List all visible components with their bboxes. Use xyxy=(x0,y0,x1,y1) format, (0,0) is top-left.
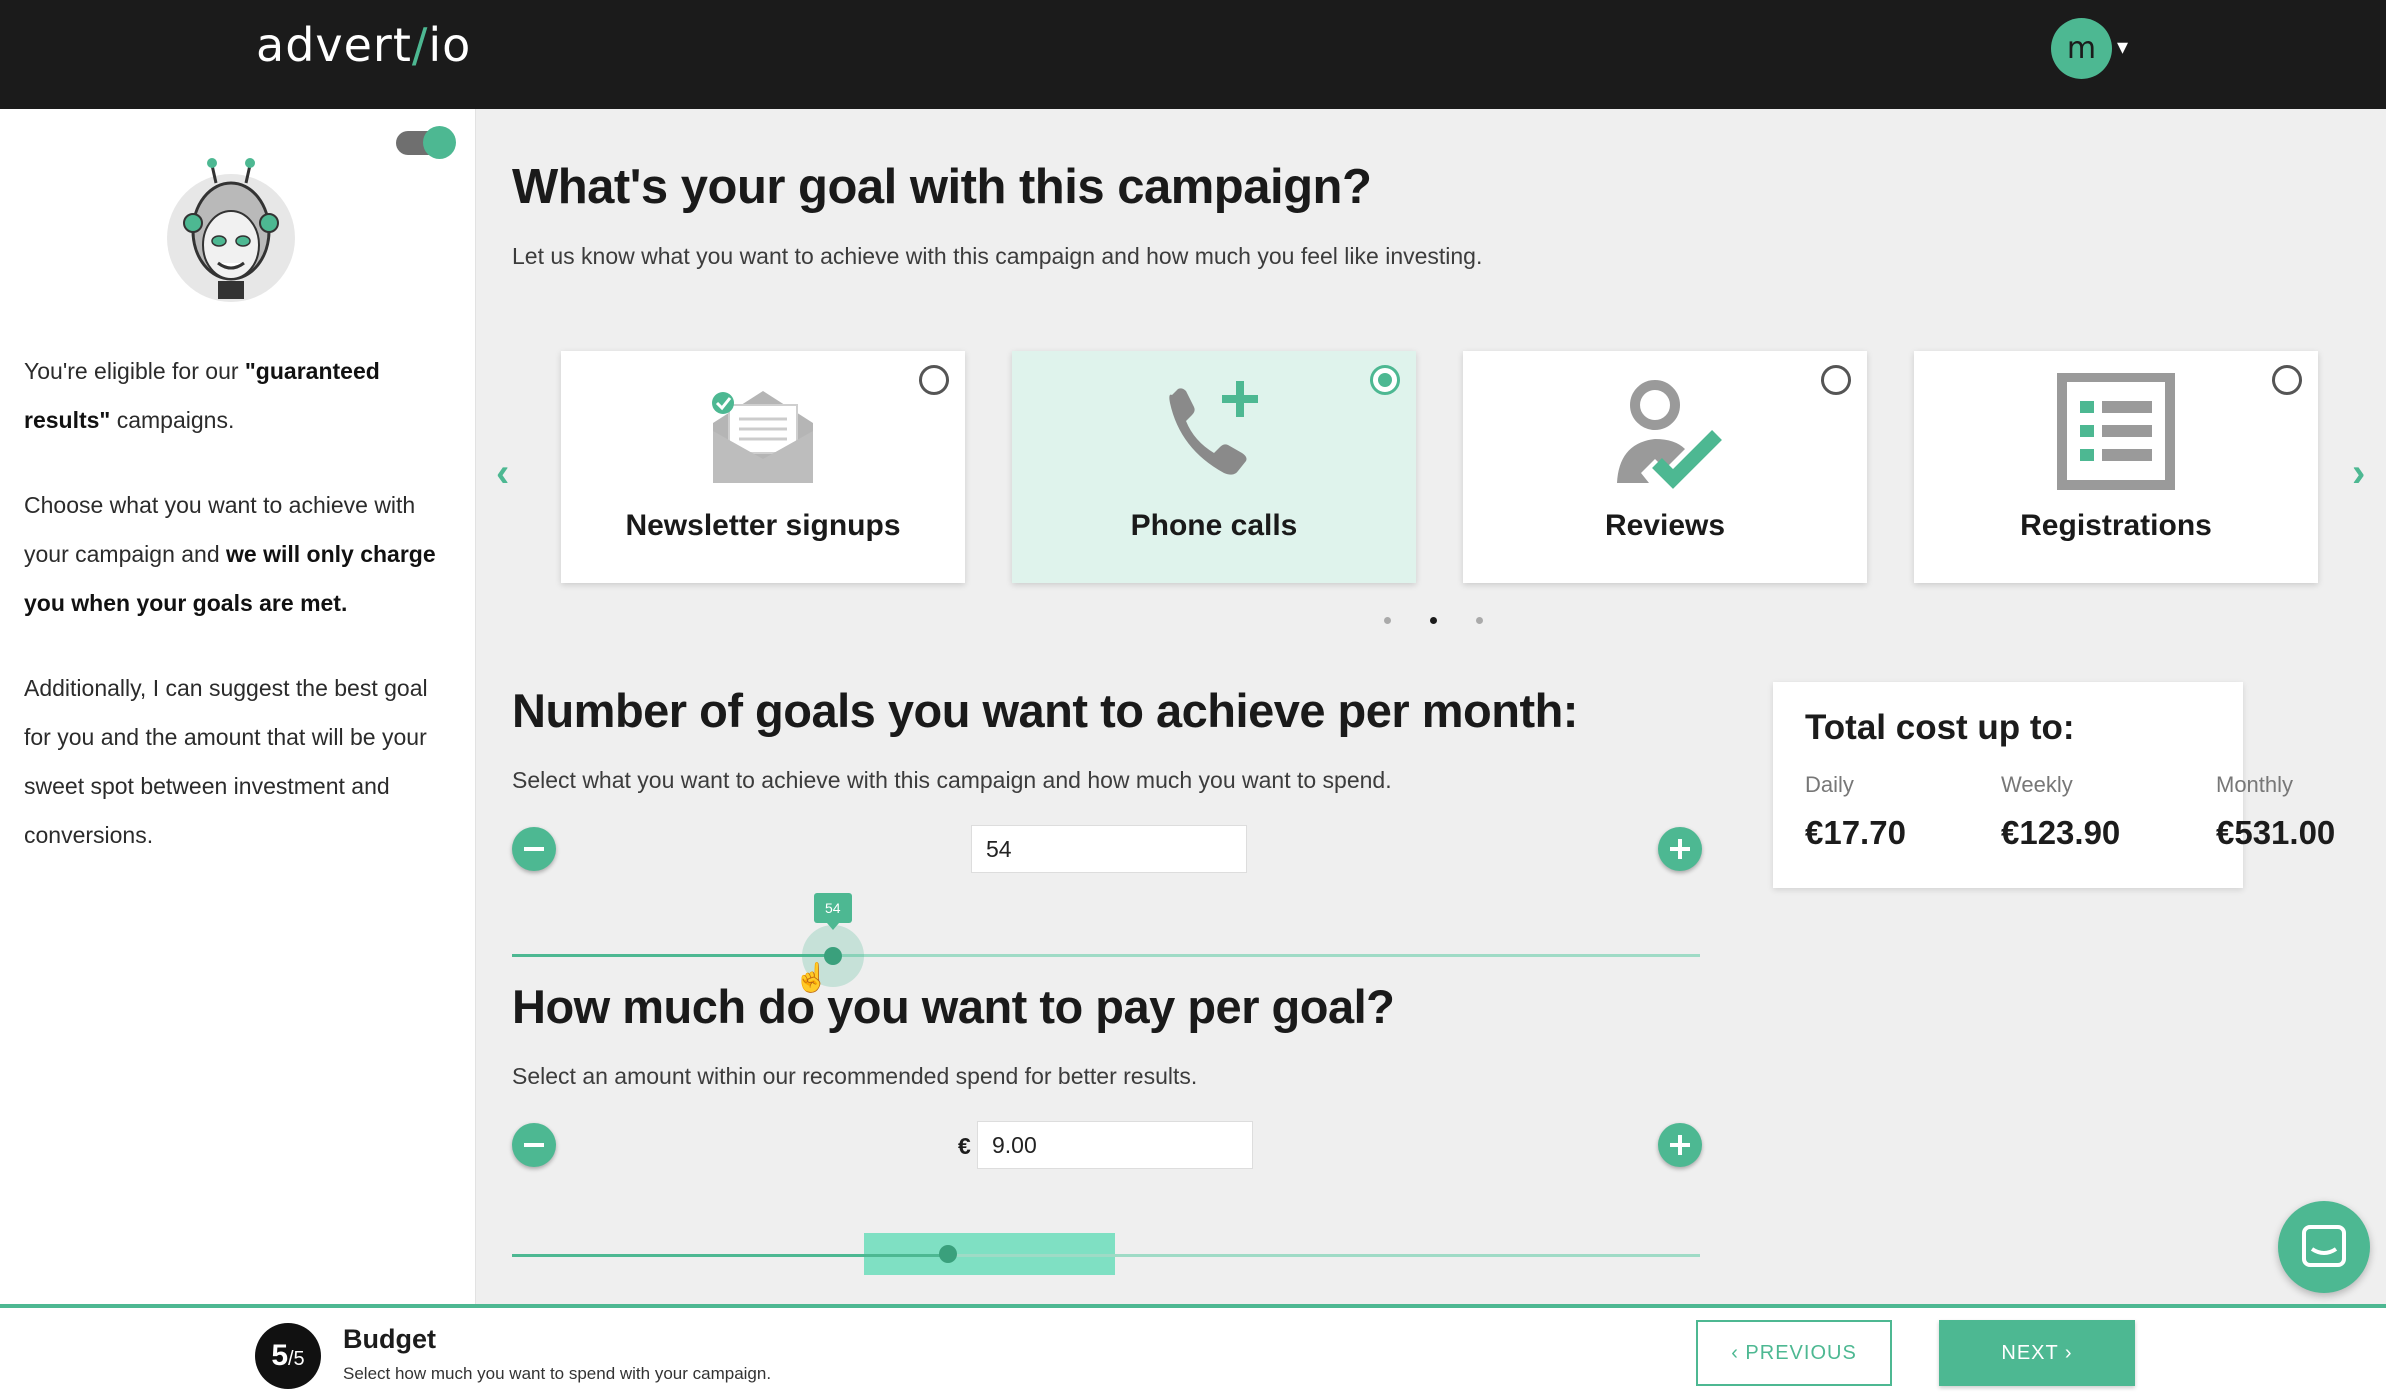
envelope-icon xyxy=(712,391,813,483)
pay-slider-thumb[interactable] xyxy=(938,1245,957,1263)
carousel-next-arrow-icon[interactable]: › xyxy=(2352,451,2365,496)
wizard-footer: 5/5 Budget Select how much you want to s… xyxy=(0,1304,2386,1392)
goal-radio[interactable] xyxy=(1370,365,1400,395)
chevron-right-icon: › xyxy=(2058,1342,2073,1364)
step-subtitle: Select how much you want to spend with y… xyxy=(343,1364,772,1383)
goal-card-reviews[interactable]: Reviews xyxy=(1463,351,1867,583)
step-indicator: 5/5 xyxy=(255,1323,321,1389)
goal-section-subtitle: Let us know what you want to achieve wit… xyxy=(512,243,1483,269)
currency-symbol: € xyxy=(958,1133,971,1159)
assistant-text: campaigns. xyxy=(110,407,235,433)
cost-monthly-value: €531.00 xyxy=(2216,814,2336,851)
goals-decrease-button[interactable] xyxy=(512,827,556,871)
goal-card-label: Phone calls xyxy=(1130,509,1298,542)
total-cost-title: Total cost up to: xyxy=(1805,708,2075,747)
goals-slider-track[interactable] xyxy=(512,954,1700,957)
next-button[interactable]: NEXT › xyxy=(1939,1320,2135,1386)
cost-weekly-value: €123.90 xyxy=(2001,814,2121,851)
carousel-dot-active[interactable] xyxy=(1430,617,1437,624)
total-cost-card: Total cost up to: Daily €17.70 Weekly €1… xyxy=(1773,682,2335,888)
goal-card-label: Newsletter signups xyxy=(625,509,901,542)
carousel-dot[interactable] xyxy=(1476,617,1483,624)
assistant-sidebar: You're eligible for our "guaranteed resu… xyxy=(0,109,476,1304)
goal-card-label: Reviews xyxy=(1604,509,1726,542)
goal-card-newsletter-signups[interactable]: Newsletter signups xyxy=(561,351,965,583)
cost-daily: Daily €17.70 xyxy=(1805,772,1906,852)
cost-daily-label: Daily xyxy=(1805,772,1854,797)
pay-slider-fill xyxy=(512,1254,948,1257)
step-current: 5 xyxy=(271,1339,288,1372)
logo-text-right: io xyxy=(428,18,472,72)
user-check-icon xyxy=(1617,380,1722,489)
assistant-paragraph-3: Additionally, I can suggest the best goa… xyxy=(24,675,428,848)
carousel-pagination xyxy=(1384,611,1522,629)
cost-monthly: Monthly €531.00 xyxy=(2216,772,2335,852)
assistant-paragraph-2: Choose what you want to achieve with you… xyxy=(24,481,454,628)
carousel-dot[interactable] xyxy=(1384,617,1391,624)
phone-add-icon xyxy=(1169,381,1258,475)
pay-per-goal-title: How much do you want to pay per goal? xyxy=(512,980,1395,1033)
pay-per-goal-subtitle: Select an amount within our recommended … xyxy=(512,1063,1198,1089)
goals-count-input[interactable]: 54 xyxy=(971,825,1247,873)
goals-slider-value-bubble: 54 xyxy=(813,893,852,930)
goal-radio[interactable] xyxy=(2272,365,2302,395)
next-label: NEXT xyxy=(2001,1342,2059,1364)
brand-logo[interactable]: advert/io xyxy=(256,18,471,72)
cost-weekly-label: Weekly xyxy=(2001,772,2073,797)
previous-label: PREVIOUS xyxy=(1745,1342,1857,1364)
assistant-toggle[interactable] xyxy=(396,126,456,159)
goal-card-phone-calls[interactable]: Phone calls xyxy=(1012,351,1416,583)
top-navbar: advert/io m ▾ xyxy=(0,0,2386,109)
chevron-left-icon: ‹ xyxy=(1731,1342,1746,1364)
cost-weekly: Weekly €123.90 xyxy=(2001,772,2120,852)
list-form-icon xyxy=(2057,373,2175,490)
logo-slash: / xyxy=(411,18,429,72)
chat-bubble-icon xyxy=(2302,1225,2346,1267)
previous-button[interactable]: ‹ PREVIOUS xyxy=(1696,1320,1892,1386)
goals-count-subtitle: Select what you want to achieve with thi… xyxy=(512,767,1392,793)
logo-text-left: advert xyxy=(256,18,412,72)
goals-count-title: Number of goals you want to achieve per … xyxy=(512,684,1578,737)
chat-widget-button[interactable] xyxy=(2278,1201,2370,1293)
goal-radio[interactable] xyxy=(1821,365,1851,395)
step-total: /5 xyxy=(288,1348,305,1370)
assistant-paragraph-1: You're eligible for our "guaranteed resu… xyxy=(24,347,454,445)
assistant-text: You're eligible for our xyxy=(24,358,245,384)
pay-increase-button[interactable] xyxy=(1658,1123,1702,1167)
robot-assistant-avatar xyxy=(167,158,295,302)
cost-daily-value: €17.70 xyxy=(1805,814,1906,851)
carousel-prev-arrow-icon[interactable]: ‹ xyxy=(496,451,509,496)
goal-card-registrations[interactable]: Registrations xyxy=(1914,351,2318,583)
cost-monthly-label: Monthly xyxy=(2216,772,2294,797)
pay-per-goal-input[interactable]: 9.00 xyxy=(977,1121,1253,1169)
assistant-message: You're eligible for our "guaranteed resu… xyxy=(24,347,454,896)
main-content: What's your goal with this campaign? Let… xyxy=(476,109,2386,1304)
step-title: Budget xyxy=(343,1324,436,1354)
goals-slider-fill xyxy=(512,954,833,957)
goals-increase-button[interactable] xyxy=(1658,827,1702,871)
user-menu-caret-icon[interactable]: ▾ xyxy=(2117,34,2128,60)
goal-section-title: What's your goal with this campaign? xyxy=(512,160,1372,214)
toggle-knob xyxy=(423,126,456,159)
user-avatar[interactable]: m xyxy=(2051,18,2112,79)
goal-card-label: Registrations xyxy=(2020,509,2212,542)
pay-decrease-button[interactable] xyxy=(512,1123,556,1167)
pay-slider-track[interactable] xyxy=(512,1254,1700,1257)
goal-radio[interactable] xyxy=(919,365,949,395)
